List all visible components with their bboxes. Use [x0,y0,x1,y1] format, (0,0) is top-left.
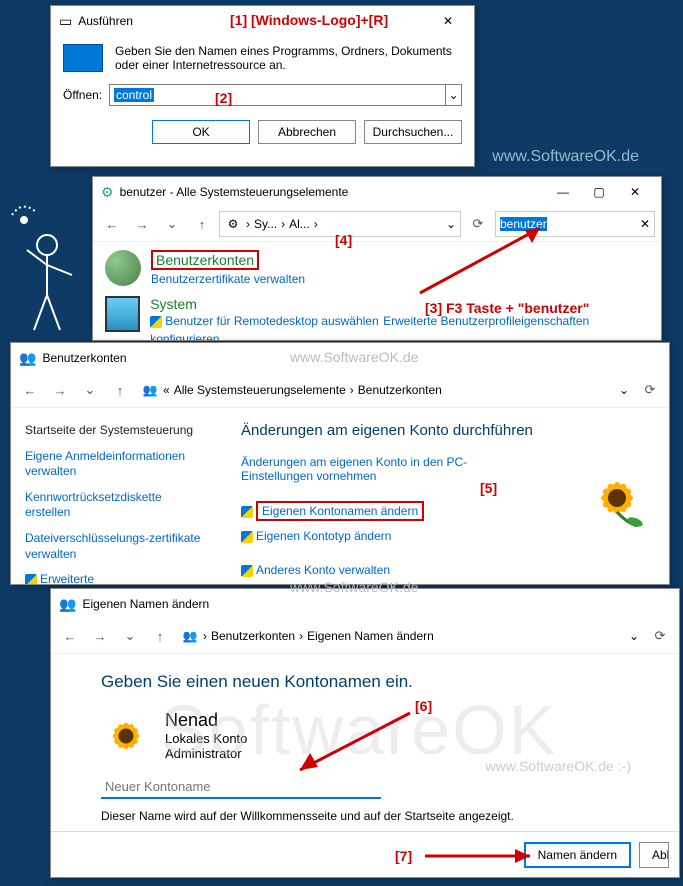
run-icon: ▭ [59,13,72,30]
result-sublink[interactable]: Benutzerzertifikate verwalten [151,272,305,286]
result-title[interactable]: Benutzerkonten [151,250,259,270]
navbar: ← → ⌄ ↑ ⚙ › Sy... › Al... › ⌄ ⟳ benutzer… [93,207,661,242]
annotation-1: [1] [Windows-Logo]+[R] [230,12,388,28]
breadcrumb[interactable]: 👥 « Alle Systemsteuerungselemente › Benu… [137,377,633,403]
shield-icon [241,565,253,577]
breadcrumb-icon: ⚙ [224,217,242,231]
rename-hint: Dieser Name wird auf der Willkommensseit… [101,809,629,823]
refresh-button[interactable]: ⟳ [637,377,663,403]
sidebar-link[interactable]: Kennwortrücksetzdiskette erstellen [25,485,207,526]
clear-search-icon[interactable]: ✕ [640,217,650,231]
close-button[interactable]: ✕ [430,8,466,34]
navbar: ← → ⌄ ↑ 👥 › Benutzerkonten › Eigenen Nam… [51,619,679,654]
navbar: ← → ⌄ ↑ 👥 « Alle Systemsteuerungselement… [11,373,669,408]
breadcrumb-seg[interactable]: Benutzerkonten [358,383,442,397]
user-accounts-icon: 👥 [19,350,36,367]
rename-heading: Geben Sie einen neuen Kontonamen ein. [101,672,629,692]
stick-figure [2,190,92,340]
breadcrumb-icon: 👥 [181,629,199,643]
open-input-value: control [114,88,154,102]
breadcrumb-icon: 👥 [141,383,159,397]
run-program-icon [63,44,103,72]
account-picture [587,468,647,528]
watermark: www.SoftwareOK.de [290,579,418,595]
annotation-2: [2] [215,90,232,106]
system-icon [105,296,140,332]
open-input[interactable]: control [109,84,446,106]
main-pane: Änderungen am eigenen Konto durchführen … [221,408,669,585]
titlebar: ⚙ benutzer - Alle Systemsteuerungselemen… [93,177,661,207]
user-accounts-icon [105,250,141,286]
close-button[interactable]: ✕ [617,179,653,205]
window-title: benutzer - Alle Systemsteuerungselemente [120,185,349,199]
sidebar-link[interactable]: Dateiverschlüsselungs-zertifikate verwal… [25,526,207,567]
forward-button[interactable]: → [47,377,73,403]
back-button[interactable]: ← [17,377,43,403]
recent-button[interactable]: ⌄ [77,377,103,403]
annotation-5: [5] [480,480,497,496]
sidebar-link[interactable]: Eigene Anmeldeinformationen verwalten [25,444,207,485]
shield-icon [150,316,162,328]
shield-icon [241,506,253,518]
watermark: www.SoftwareOK.de [290,349,418,365]
shield-icon [25,574,37,585]
breadcrumb-seg[interactable]: Al... [289,217,310,231]
window-title: Eigenen Namen ändern [82,597,209,611]
sidebar: Startseite der Systemsteuerung Eigene An… [11,408,221,585]
recent-button[interactable]: ⌄ [159,211,185,237]
breadcrumb-seg[interactable]: Benutzerkonten [211,629,295,643]
run-dialog: ▭ Ausführen ✕ Geben Sie den Namen eines … [50,5,475,167]
other-account-link[interactable]: Anderes Konto verwalten [241,559,649,581]
run-title: Ausführen [78,14,133,28]
annotation-7: [7] [395,848,412,864]
forward-button[interactable]: → [129,211,155,237]
ok-button[interactable]: OK [152,120,250,144]
breadcrumb-seg[interactable]: Alle Systemsteuerungselemente [174,383,346,397]
user-accounts-window: 👥 Benutzerkonten ← → ⌄ ↑ 👥 « Alle System… [10,342,670,585]
browse-button[interactable]: Durchsuchen... [364,120,462,144]
up-button[interactable]: ↑ [147,623,173,649]
breadcrumb[interactable]: 👥 › Benutzerkonten › Eigenen Namen änder… [177,623,643,649]
arrow-7 [420,844,550,868]
cancel-button[interactable]: Abl [639,842,669,868]
back-button[interactable]: ← [57,623,83,649]
result-sublink[interactable]: Benutzer für Remotedesktop auswählen [150,314,378,328]
refresh-button[interactable]: ⟳ [647,623,673,649]
dropdown-icon[interactable]: ⌄ [446,84,462,106]
up-button[interactable]: ↑ [189,211,215,237]
open-label: Öffnen: [63,88,109,102]
annotation-6: [6] [415,698,432,714]
arrow-6 [280,705,430,785]
change-type-link[interactable]: Eigenen Kontotyp ändern [241,525,649,547]
up-button[interactable]: ↑ [107,377,133,403]
minimize-button[interactable]: — [545,179,581,205]
user-accounts-icon: 👥 [59,596,76,613]
pane-heading: Änderungen am eigenen Konto durchführen [241,422,649,439]
forward-button[interactable]: → [87,623,113,649]
sidebar-home[interactable]: Startseite der Systemsteuerung [25,418,207,444]
sidebar-link[interactable]: Erweiterte Benutzerprofileigenschaften k… [25,567,207,585]
shield-icon [241,531,253,543]
control-panel-search-window: ⚙ benutzer - Alle Systemsteuerungselemen… [92,176,662,341]
account-picture [101,711,151,761]
breadcrumb-seg[interactable]: Sy... [254,217,277,231]
recent-button[interactable]: ⌄ [117,623,143,649]
breadcrumb-seg[interactable]: Eigenen Namen ändern [307,629,434,643]
maximize-button[interactable]: ▢ [581,179,617,205]
annotation-3: [3] F3 Taste + "benutzer" [425,300,589,316]
back-button[interactable]: ← [99,211,125,237]
watermark: www.SoftwareOK.de [492,148,639,166]
arrow-3 [400,218,570,298]
run-description: Geben Sie den Namen eines Programms, Ord… [115,44,462,72]
window-title: Benutzerkonten [42,351,126,365]
pc-settings-link[interactable]: Änderungen am eigenen Konto in den PC-Ei… [241,451,501,487]
control-panel-icon: ⚙ [101,184,114,201]
annotation-4: [4] [335,232,352,248]
cancel-button[interactable]: Abbrechen [258,120,356,144]
